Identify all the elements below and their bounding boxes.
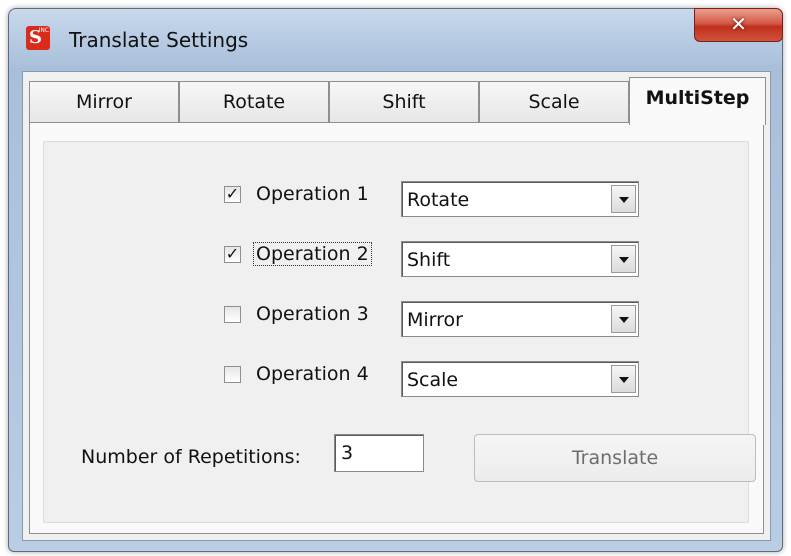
operation-1-label[interactable]: Operation 1 [254, 183, 371, 205]
operation-4-select[interactable]: Scale [401, 361, 639, 397]
tab-label: Shift [382, 91, 426, 113]
client-area: Mirror Rotate Shift Scale MultiStep ✓ Op… [22, 71, 771, 541]
chevron-down-icon[interactable] [611, 245, 636, 273]
window-title: Translate Settings [69, 28, 249, 52]
chevron-down-icon[interactable] [611, 305, 636, 333]
tab-label: MultiStep [645, 87, 750, 109]
operation-3-select[interactable]: Mirror [401, 301, 639, 337]
tab-label: Scale [528, 91, 580, 113]
translate-settings-window: S INC Translate Settings ✕ Mirror Rotate… [8, 8, 783, 552]
operations-group: ✓ Operation 1 Rotate ✓ Operation 2 Shift [43, 141, 756, 523]
operation-row-4: Operation 4 Scale [44, 360, 748, 400]
chevron-down-icon[interactable] [611, 365, 636, 393]
operation-3-label[interactable]: Operation 3 [254, 303, 371, 325]
operation-row-2: ✓ Operation 2 Shift [44, 240, 748, 280]
close-button[interactable]: ✕ [694, 8, 783, 42]
operation-4-selected: Scale [407, 369, 459, 391]
multistep-panel: ✓ Operation 1 Rotate ✓ Operation 2 Shift [29, 122, 764, 534]
tab-shift[interactable]: Shift [329, 81, 479, 123]
tab-label: Rotate [222, 91, 286, 113]
operation-4-label[interactable]: Operation 4 [254, 363, 371, 385]
operation-1-checkbox[interactable]: ✓ [224, 186, 241, 203]
repetitions-input[interactable] [334, 434, 424, 472]
operation-1-selected: Rotate [407, 189, 470, 211]
tab-scale[interactable]: Scale [479, 81, 629, 123]
operation-3-selected: Mirror [407, 309, 463, 331]
operation-1-select[interactable]: Rotate [401, 181, 639, 217]
operation-2-selected: Shift [407, 249, 451, 271]
operation-2-select[interactable]: Shift [401, 241, 639, 277]
operation-4-checkbox[interactable] [224, 366, 241, 383]
tab-mirror[interactable]: Mirror [29, 81, 179, 123]
tab-strip: Mirror Rotate Shift Scale MultiStep [29, 77, 766, 125]
translate-button[interactable]: Translate [474, 434, 756, 482]
tab-label: Mirror [76, 91, 132, 113]
close-icon: ✕ [730, 12, 747, 36]
operation-row-3: Operation 3 Mirror [44, 300, 748, 340]
operation-row-1: ✓ Operation 1 Rotate [44, 180, 748, 220]
tab-rotate[interactable]: Rotate [179, 81, 329, 123]
operation-2-label[interactable]: Operation 2 [253, 242, 372, 266]
operation-2-checkbox[interactable]: ✓ [224, 246, 241, 263]
app-icon-badge: INC [38, 27, 49, 34]
operation-3-checkbox[interactable] [224, 306, 241, 323]
chevron-down-icon[interactable] [611, 185, 636, 213]
app-icon: S INC [26, 26, 50, 50]
repetitions-label: Number of Repetitions: [81, 446, 301, 468]
tab-multistep[interactable]: MultiStep [629, 77, 766, 125]
title-bar[interactable]: S INC Translate Settings ✕ [9, 8, 783, 67]
